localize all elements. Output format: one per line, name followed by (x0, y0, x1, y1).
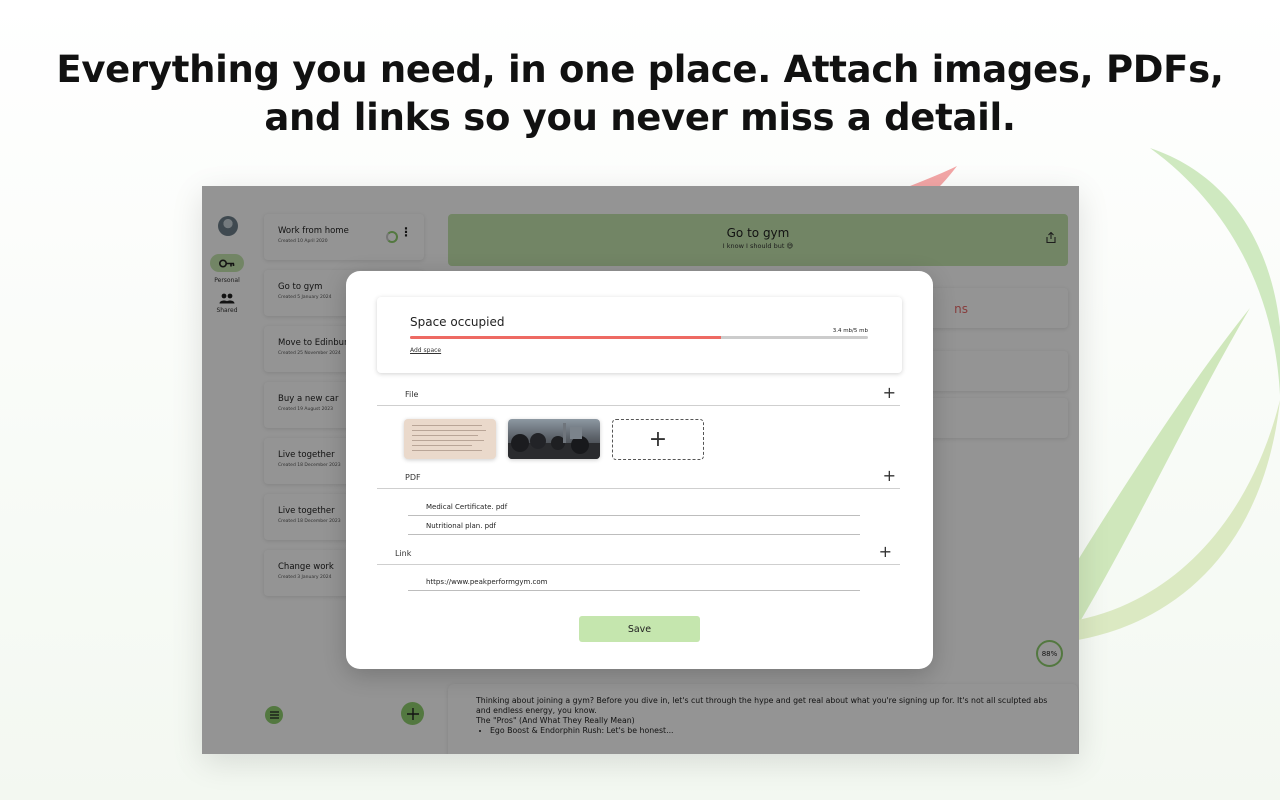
headline: Everything you need, in one place. Attac… (0, 46, 1280, 142)
add-link-button[interactable]: + (879, 543, 892, 561)
link-label: Link (395, 549, 412, 558)
pdf-item[interactable]: Medical Certificate. pdf (408, 497, 860, 516)
attachments-modal: Space occupied 3.4 mb/5 mb Add space Fil… (346, 271, 933, 669)
file-section-header: File + (377, 384, 900, 406)
image-thumbnail-document[interactable] (404, 419, 496, 459)
space-size: 3.4 mb/5 mb (832, 328, 868, 334)
space-occupied-card: Space occupied 3.4 mb/5 mb Add space (377, 297, 902, 373)
headline-line-1: Everything you need, in one place. Attac… (56, 48, 1224, 91)
image-thumbnail-gym[interactable] (508, 419, 600, 459)
headline-line-2: and links so you never miss a detail. (264, 96, 1016, 139)
link-section-header: Link + (377, 543, 900, 565)
link-item[interactable]: https://www.peakperformgym.com (408, 572, 860, 591)
file-label: File (405, 390, 419, 399)
pdf-label: PDF (405, 473, 421, 482)
add-pdf-button[interactable]: + (883, 467, 896, 485)
space-title: Space occupied (410, 315, 505, 329)
space-progress-bar (410, 336, 868, 339)
add-file-button[interactable]: + (883, 384, 896, 402)
save-button[interactable]: Save (579, 616, 700, 642)
space-progress-fill (410, 336, 722, 339)
add-image-button[interactable]: + (612, 419, 704, 460)
add-space-link[interactable]: Add space (410, 347, 441, 354)
pdf-item[interactable]: Nutritional plan. pdf (408, 516, 860, 535)
pdf-section-header: PDF + (377, 467, 900, 489)
